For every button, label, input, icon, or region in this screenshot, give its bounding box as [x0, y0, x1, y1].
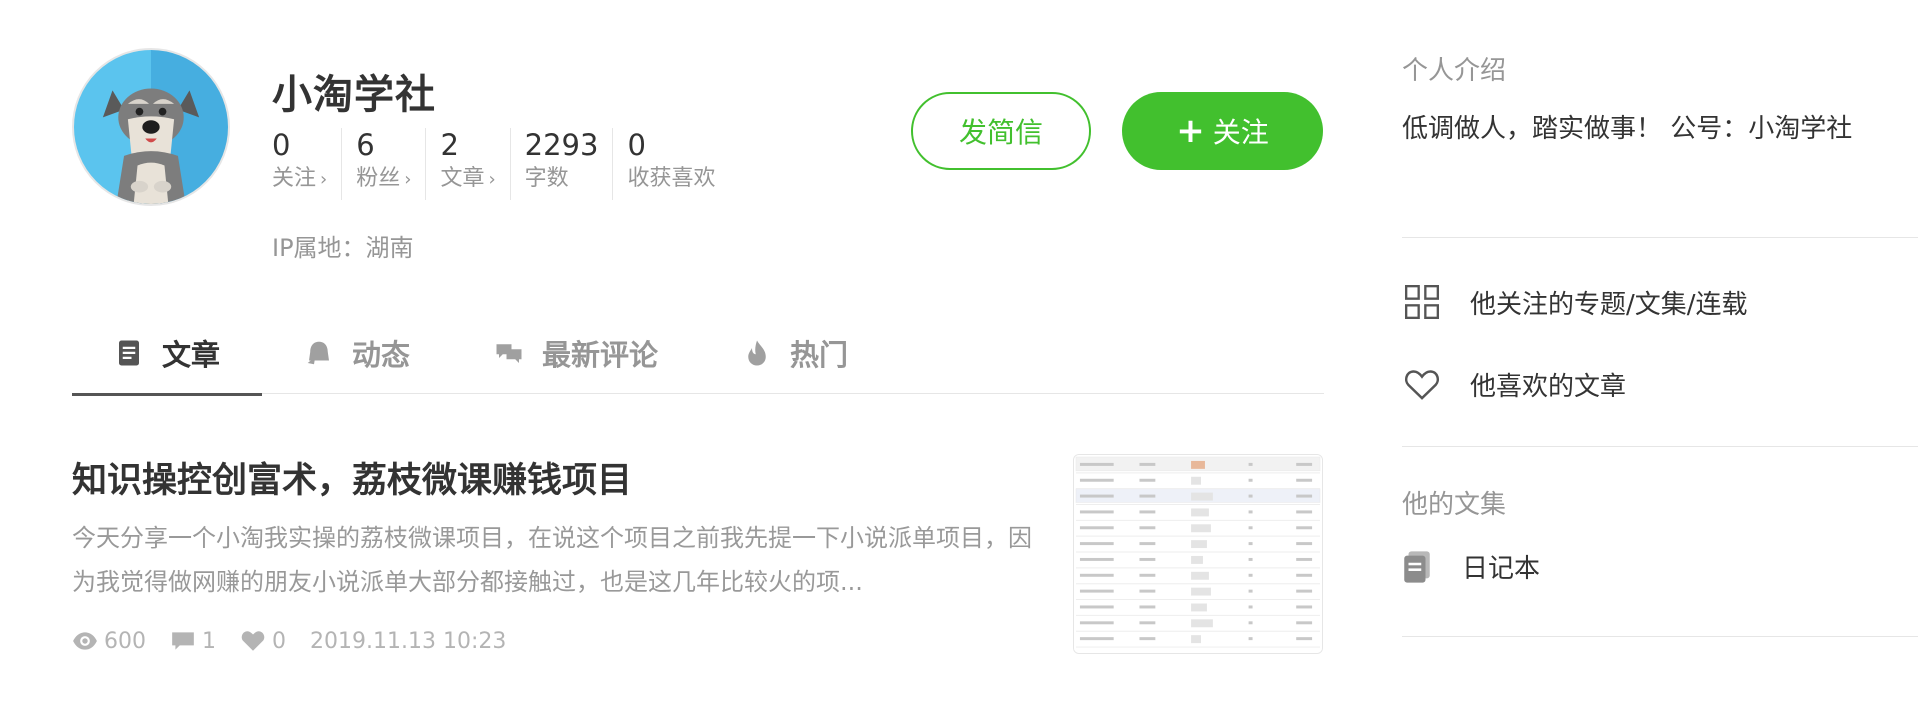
tab-label: 动态 [352, 338, 411, 372]
view-count: 600 [72, 628, 146, 654]
comments-icon [494, 337, 524, 369]
table-screenshot-image [1074, 455, 1322, 653]
stat-label: 文章 [440, 166, 485, 191]
follow-button-label: 关注 [1212, 116, 1269, 149]
comment-count-value: 1 [202, 628, 216, 654]
avatar[interactable] [72, 48, 230, 206]
stat-label: 字数 [524, 166, 569, 191]
tab-articles[interactable]: 文章 [72, 312, 263, 396]
ip-location: IP属地：湖南 [272, 234, 414, 262]
chevron-right-icon: › [404, 169, 412, 190]
stat-word-count: 2293 字数 [525, 128, 614, 200]
stat-value: 0 [627, 128, 646, 162]
profile-stats: 0 关注 › 6 粉丝 › 2 文章 › 2293 字数 0 收获喜欢 [272, 128, 743, 200]
tab-label: 热门 [790, 338, 849, 372]
chevron-right-icon: › [488, 169, 496, 190]
eye-icon [73, 632, 97, 650]
sidebar-divider [1402, 636, 1918, 637]
link-label: 他关注的专题/文集/连载 [1470, 289, 1748, 320]
publish-date: 2019.11.13 10:23 [310, 628, 507, 654]
tab-label: 最新评论 [542, 338, 659, 372]
heart-icon [241, 631, 265, 651]
article-abstract: 今天分享一个小淘我实操的荔枝微课项目，在说这个项目之前我先提一下小说派单项目，因… [72, 524, 1032, 596]
flame-icon [742, 337, 772, 369]
stat-value: 2 [440, 128, 459, 162]
stat-following[interactable]: 0 关注 › [272, 128, 343, 200]
notebook-icon [1404, 550, 1430, 583]
sidebar-divider [1402, 237, 1918, 238]
stat-label: 收获喜欢 [627, 166, 716, 191]
chevron-right-icon: › [320, 169, 328, 190]
comment-count[interactable]: 1 [170, 628, 216, 654]
send-message-button[interactable]: 发简信 [911, 92, 1091, 170]
like-count: 0 [240, 628, 286, 654]
profile-tabs: 文章 动态 最新评论 热门 [72, 312, 1324, 396]
grid-icon [1405, 285, 1439, 319]
collections-title: 他的文集 [1402, 490, 1507, 520]
bell-icon [304, 337, 334, 369]
document-icon [114, 337, 144, 369]
article-meta: 600 1 0 2019.11.13 10:23 [72, 628, 530, 654]
stat-likes-received: 0 收获喜欢 [627, 128, 729, 200]
liked-articles-link[interactable]: 他喜欢的文章 [1402, 364, 1626, 404]
like-count-value: 0 [272, 628, 286, 654]
stat-followers[interactable]: 6 粉丝 › [356, 128, 427, 200]
collection-item[interactable]: 日记本 [1402, 548, 1540, 585]
tab-label: 文章 [162, 338, 221, 372]
stat-value: 6 [356, 128, 375, 162]
intro-text: 低调做人，踏实做事！ 公号：小淘学社 [1402, 114, 1853, 144]
sidebar-divider [1402, 446, 1918, 447]
username[interactable]: 小淘学社 [272, 62, 436, 120]
view-count-value: 600 [104, 628, 146, 654]
stat-value: 0 [272, 128, 291, 162]
tab-latest-comments[interactable]: 最新评论 [452, 312, 700, 394]
stat-value: 2293 [524, 128, 599, 162]
tab-activity[interactable]: 动态 [262, 312, 452, 394]
follow-button[interactable]: + 关注 [1122, 92, 1323, 170]
followed-collections-link[interactable]: 他关注的专题/文集/连载 [1402, 282, 1748, 322]
stat-label: 粉丝 [356, 166, 401, 191]
schnauzer-avatar-image [102, 88, 200, 204]
heart-outline-icon [1404, 370, 1440, 400]
tab-trending[interactable]: 热门 [700, 312, 890, 394]
plus-icon: + [1176, 111, 1205, 151]
article-thumbnail[interactable] [1073, 454, 1323, 654]
collection-label: 日记本 [1462, 554, 1541, 584]
stat-label: 关注 [272, 166, 317, 191]
link-label: 他喜欢的文章 [1470, 371, 1627, 402]
intro-title: 个人介绍 [1402, 56, 1507, 86]
article-title[interactable]: 知识操控创富术，荔枝微课赚钱项目 [72, 452, 632, 503]
stat-articles[interactable]: 2 文章 › [440, 128, 511, 200]
comment-icon [172, 632, 194, 650]
